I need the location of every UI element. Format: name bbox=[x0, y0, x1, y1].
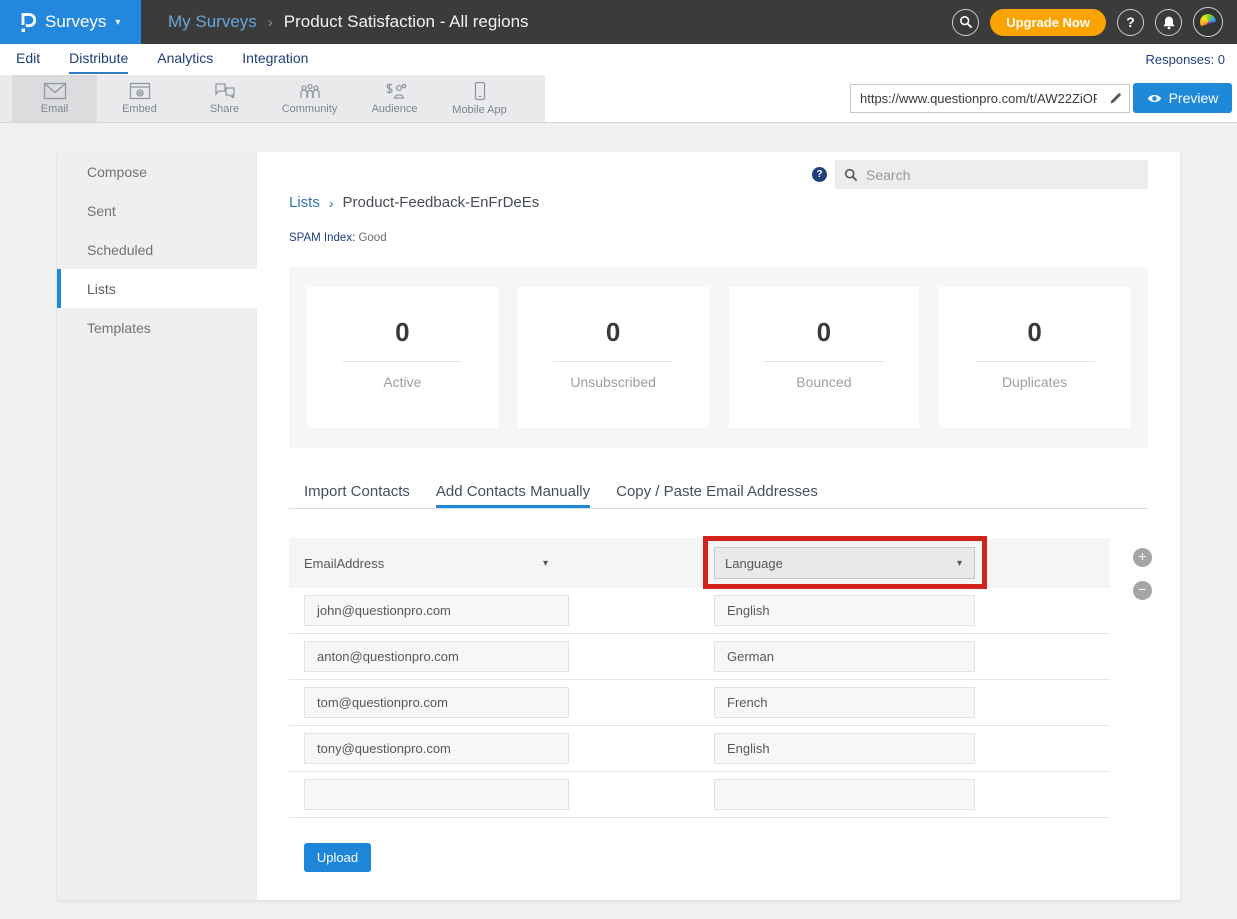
audience-icon bbox=[383, 82, 407, 100]
contacts-tabs: Import Contacts Add Contacts Manually Co… bbox=[289, 478, 1148, 509]
topbar-actions: Upgrade Now ? bbox=[952, 7, 1237, 37]
upgrade-now-button[interactable]: Upgrade Now bbox=[990, 9, 1106, 36]
stat-active: 0Active bbox=[307, 287, 498, 428]
tab-distribute[interactable]: Distribute bbox=[69, 45, 128, 74]
bell-icon bbox=[1162, 15, 1176, 30]
search-input[interactable] bbox=[866, 167, 1139, 183]
email-icon bbox=[43, 82, 67, 100]
search-icon bbox=[844, 168, 858, 182]
pencil-icon bbox=[1109, 92, 1122, 105]
chevron-separator-icon: › bbox=[329, 195, 334, 211]
add-row-button[interactable]: + bbox=[1133, 548, 1152, 567]
stat-bounced: 0Bounced bbox=[729, 287, 920, 428]
contact-row bbox=[289, 772, 1110, 818]
sidebar-item-compose[interactable]: Compose bbox=[57, 152, 257, 191]
edit-url-button[interactable] bbox=[1101, 85, 1129, 112]
contact-row bbox=[289, 588, 1110, 634]
tab-add-contacts-manually[interactable]: Add Contacts Manually bbox=[436, 478, 590, 508]
email-column-select[interactable]: EmailAddress ▾ bbox=[304, 548, 556, 579]
language-column-select[interactable]: Language ▾ bbox=[714, 547, 975, 579]
product-name: Surveys bbox=[45, 12, 106, 32]
spam-index: SPAM Index: Good bbox=[289, 232, 387, 244]
page-title: Product Satisfaction - All regions bbox=[284, 12, 529, 32]
channel-community[interactable]: Community bbox=[267, 75, 352, 122]
notifications-button[interactable] bbox=[1155, 9, 1182, 36]
contact-email-input[interactable] bbox=[304, 779, 569, 810]
contact-language-input[interactable] bbox=[714, 641, 975, 672]
chevron-down-icon: ▾ bbox=[115, 17, 120, 28]
list-content: ? Lists › Product-Feedback-EnFrDeEs SPAM… bbox=[257, 152, 1180, 900]
tab-analytics[interactable]: Analytics bbox=[157, 45, 213, 74]
contact-email-input[interactable] bbox=[304, 733, 569, 764]
mobile-app-icon bbox=[473, 81, 487, 101]
contact-row bbox=[289, 680, 1110, 726]
sidebar-item-lists[interactable]: Lists bbox=[57, 269, 257, 308]
help-button[interactable]: ? bbox=[1117, 9, 1144, 36]
remove-row-button[interactable]: − bbox=[1133, 581, 1152, 600]
search-button[interactable] bbox=[952, 9, 979, 36]
list-search bbox=[835, 160, 1148, 189]
breadcrumb-my-surveys[interactable]: My Surveys bbox=[168, 12, 257, 32]
stat-unsubscribed: 0Unsubscribed bbox=[518, 287, 709, 428]
topbar: Surveys ▾ My Surveys › Product Satisfact… bbox=[0, 0, 1237, 44]
contact-row bbox=[289, 726, 1110, 772]
search-icon bbox=[959, 15, 973, 29]
contact-email-input[interactable] bbox=[304, 641, 569, 672]
embed-icon bbox=[129, 82, 151, 100]
question-icon: ? bbox=[1126, 14, 1135, 30]
channel-toolbar: Email Embed Share Community Audience Mob… bbox=[0, 75, 1237, 123]
sidebar-item-scheduled[interactable]: Scheduled bbox=[57, 230, 257, 269]
main-panel: Compose Sent Scheduled Lists Templates ?… bbox=[57, 152, 1180, 900]
channel-share[interactable]: Share bbox=[182, 75, 267, 122]
contact-language-input[interactable] bbox=[714, 595, 975, 626]
channel-mobile-app[interactable]: Mobile App bbox=[437, 75, 522, 122]
lists-link[interactable]: Lists bbox=[289, 194, 320, 211]
preview-button[interactable]: Preview bbox=[1133, 83, 1232, 113]
product-switcher[interactable]: Surveys ▾ bbox=[0, 0, 141, 44]
chevron-separator-icon: › bbox=[268, 14, 273, 31]
avatar-logo-icon bbox=[1198, 12, 1218, 32]
contact-language-input[interactable] bbox=[714, 779, 975, 810]
community-icon bbox=[298, 82, 322, 100]
contact-email-input[interactable] bbox=[304, 595, 569, 626]
account-avatar[interactable] bbox=[1193, 7, 1223, 37]
contact-email-input[interactable] bbox=[304, 687, 569, 718]
survey-url-input[interactable] bbox=[851, 91, 1101, 106]
contacts-rows bbox=[289, 588, 1110, 818]
questionpro-logo-icon bbox=[17, 10, 36, 35]
email-sidebar: Compose Sent Scheduled Lists Templates bbox=[57, 152, 257, 900]
channel-tabs: Email Embed Share Community Audience Mob… bbox=[0, 75, 545, 122]
chevron-down-icon: ▾ bbox=[957, 558, 962, 569]
tab-edit[interactable]: Edit bbox=[16, 45, 40, 74]
tab-import-contacts[interactable]: Import Contacts bbox=[304, 478, 410, 508]
channel-audience[interactable]: Audience bbox=[352, 75, 437, 122]
contact-row bbox=[289, 634, 1110, 680]
share-icon bbox=[214, 82, 236, 100]
responses-count[interactable]: Responses: 0 bbox=[1146, 52, 1237, 67]
contacts-header-row: EmailAddress ▾ Language ▾ bbox=[289, 538, 1110, 588]
survey-url-field bbox=[850, 84, 1130, 113]
channel-email[interactable]: Email bbox=[12, 75, 97, 122]
contextual-help-icon[interactable]: ? bbox=[812, 167, 827, 182]
list-name: Product-Feedback-EnFrDeEs bbox=[343, 194, 540, 211]
eye-icon bbox=[1147, 93, 1162, 104]
list-breadcrumb: Lists › Product-Feedback-EnFrDeEs bbox=[289, 194, 539, 211]
tab-copy-paste-emails[interactable]: Copy / Paste Email Addresses bbox=[616, 478, 818, 508]
channel-embed[interactable]: Embed bbox=[97, 75, 182, 122]
sidebar-item-templates[interactable]: Templates bbox=[57, 308, 257, 347]
contact-language-input[interactable] bbox=[714, 687, 975, 718]
tab-integration[interactable]: Integration bbox=[242, 45, 308, 74]
stat-duplicates: 0Duplicates bbox=[939, 287, 1130, 428]
contact-language-input[interactable] bbox=[714, 733, 975, 764]
list-stats: 0Active 0Unsubscribed 0Bounced 0Duplicat… bbox=[289, 267, 1148, 448]
sidebar-item-sent[interactable]: Sent bbox=[57, 191, 257, 230]
upload-button[interactable]: Upload bbox=[304, 843, 371, 872]
breadcrumb: My Surveys › Product Satisfaction - All … bbox=[168, 12, 529, 32]
chevron-down-icon: ▾ bbox=[543, 558, 548, 569]
survey-nav: Edit Distribute Analytics Integration Re… bbox=[0, 44, 1237, 75]
